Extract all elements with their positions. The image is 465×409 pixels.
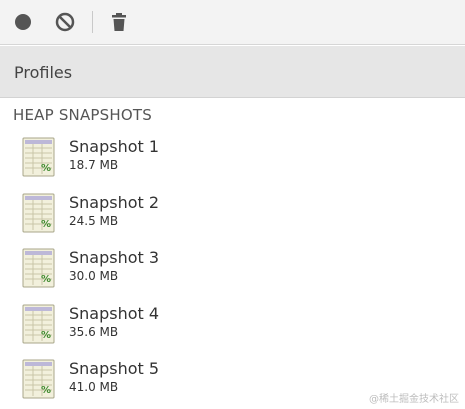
- svg-text:%: %: [41, 163, 51, 174]
- snapshot-size: 24.5 MB: [69, 213, 119, 228]
- heap-snapshot-icon: %: [22, 248, 55, 288]
- snapshot-size: 35.6 MB: [69, 324, 119, 339]
- snapshot-name: Snapshot 2: [69, 192, 160, 212]
- heap-snapshot-icon: %: [22, 304, 55, 343]
- snapshot-name: Snapshot 3: [69, 248, 160, 267]
- svg-text:%: %: [41, 219, 51, 230]
- snapshot-size: 30.0 MB: [69, 269, 119, 283]
- snapshot-name: Snapshot 4: [69, 303, 160, 323]
- toolbar-divider: [92, 11, 93, 33]
- clear-icon: [55, 12, 75, 32]
- snapshot-name: Snapshot 5: [69, 359, 160, 378]
- heap-snapshot-icon: %: [22, 193, 55, 232]
- svg-text:%: %: [41, 385, 51, 396]
- record-icon: [15, 14, 31, 30]
- record-button[interactable]: [11, 10, 35, 34]
- profiles-title: Profiles: [14, 63, 73, 82]
- trash-icon: [112, 13, 126, 31]
- list-item[interactable]: % Snapshot 1 18.7 MB: [0, 130, 465, 186]
- snapshot-name: Snapshot 1: [69, 137, 160, 156]
- svg-text:%: %: [41, 330, 51, 341]
- delete-button[interactable]: [107, 10, 131, 34]
- heap-snapshot-icon: %: [22, 137, 55, 177]
- toolbar: [0, 0, 465, 45]
- watermark: @稀土掘金技术社区: [369, 394, 459, 405]
- clear-button[interactable]: [53, 10, 77, 34]
- snapshot-size: 18.7 MB: [69, 158, 119, 172]
- list-item[interactable]: % Snapshot 4 35.6 MB: [0, 297, 465, 353]
- heap-snapshot-icon: %: [22, 359, 55, 399]
- snapshot-size: 41.0 MB: [69, 380, 119, 394]
- profiles-header: Profiles: [0, 46, 465, 98]
- snapshot-list: % Snapshot 1 18.7 MB % Snapshot 2 24.5 M…: [0, 130, 465, 408]
- svg-text:%: %: [41, 274, 51, 285]
- list-item[interactable]: % Snapshot 3 30.0 MB: [0, 241, 465, 297]
- list-item[interactable]: % Snapshot 2 24.5 MB: [0, 186, 465, 242]
- heap-snapshots-title: HEAP SNAPSHOTS: [13, 106, 152, 124]
